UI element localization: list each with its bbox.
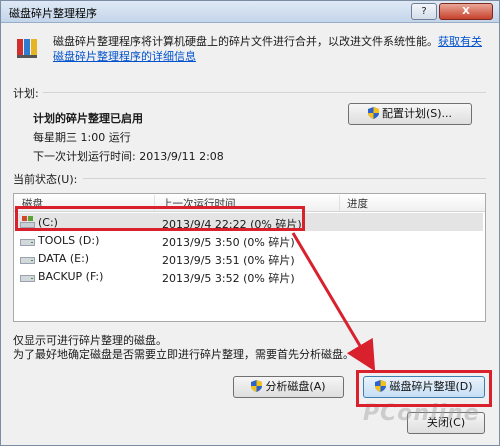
- disk-last-run: 2013/9/5 3:50 (0% 碎片): [162, 236, 295, 249]
- uac-shield-icon: [367, 107, 379, 119]
- schedule-when: 每星期三 1:00 运行: [33, 131, 131, 144]
- schedule-next-run: 下一次计划运行时间: 2013/9/11 2:08: [33, 150, 224, 163]
- schedule-section-label: 计划:: [13, 87, 39, 100]
- disk-row-e[interactable]: DATA (E:) 2013/9/5 3:51 (0% 碎片): [16, 249, 483, 267]
- disk-row-d[interactable]: TOOLS (D:) 2013/9/5 3:50 (0% 碎片): [16, 231, 483, 249]
- defrag-app-icon: [17, 39, 37, 58]
- column-separator: [339, 195, 340, 211]
- drive-icon: [20, 275, 35, 282]
- intro-description: 磁盘碎片整理程序将计算机硬盘上的碎片文件进行合并，以改进文件系统性能。: [53, 35, 438, 48]
- title-bar: 磁盘碎片整理程序 ? X: [1, 1, 499, 23]
- analyze-disk-button[interactable]: 分析磁盘(A): [233, 376, 344, 398]
- status-divider: [83, 178, 486, 179]
- close-window-button[interactable]: X: [439, 3, 493, 20]
- footer-note-2: 为了最好地确定磁盘是否需要立即进行碎片整理，需要首先分析磁盘。: [13, 348, 354, 361]
- disk-name: BACKUP (F:): [38, 270, 104, 283]
- intro-text: 磁盘碎片整理程序将计算机硬盘上的碎片文件进行合并，以改进文件系统性能。获取有关磁…: [53, 34, 483, 64]
- highlight-box-defrag-button: [356, 370, 492, 407]
- drive-icon: [20, 239, 35, 246]
- column-header-progress[interactable]: 进度: [347, 196, 368, 211]
- uac-shield-icon: [251, 380, 263, 392]
- schedule-status: 计划的碎片整理已启用: [33, 112, 143, 125]
- defrag-window: 磁盘碎片整理程序 ? X 磁盘碎片整理程序将计算机硬盘上的碎片文件进行合并，以改…: [0, 0, 500, 446]
- disk-name: TOOLS (D:): [38, 234, 100, 247]
- status-section-label: 当前状态(U):: [13, 173, 78, 186]
- help-button[interactable]: ?: [411, 3, 437, 20]
- disk-last-run: 2013/9/5 3:51 (0% 碎片): [162, 254, 295, 267]
- disk-last-run: 2013/9/5 3:52 (0% 碎片): [162, 272, 295, 285]
- disk-row-f[interactable]: BACKUP (F:) 2013/9/5 3:52 (0% 碎片): [16, 267, 483, 285]
- drive-icon: [20, 257, 35, 264]
- configure-schedule-label: 配置计划(S)...: [381, 107, 453, 120]
- highlight-box-disk-row: [15, 206, 305, 231]
- window-title: 磁盘碎片整理程序: [9, 7, 97, 20]
- schedule-divider: [43, 92, 486, 93]
- disk-name: DATA (E:): [38, 252, 90, 265]
- configure-schedule-button[interactable]: 配置计划(S)...: [348, 103, 472, 125]
- analyze-disk-label: 分析磁盘(A): [265, 380, 326, 393]
